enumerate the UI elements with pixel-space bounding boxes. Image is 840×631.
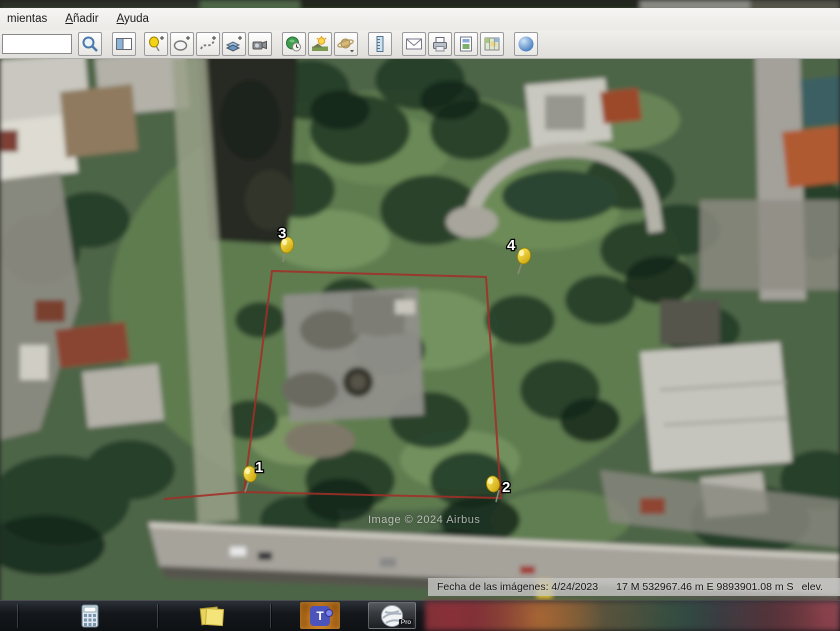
pin-label-2: 2	[502, 479, 510, 496]
print-button[interactable]	[428, 32, 452, 56]
historical-imagery-clock-icon	[286, 36, 301, 52]
planets-saturn-icon	[337, 38, 354, 53]
add-polygon-icon	[173, 36, 190, 51]
menu-item-anadir[interactable]: Añadir	[61, 11, 102, 27]
taskbar: T Pro	[0, 600, 840, 631]
calculator-icon	[81, 604, 99, 627]
status-bar: Fecha de las imágenes: 4/24/2023 17 M 53…	[428, 578, 840, 596]
taskbar-separator	[17, 604, 18, 628]
add-image-overlay-icon	[225, 36, 242, 52]
view-in-maps-button[interactable]	[480, 32, 504, 56]
pin-label-3: 3	[278, 225, 286, 242]
email-envelope-icon	[406, 38, 422, 50]
add-path-button[interactable]	[196, 32, 220, 56]
record-tour-button[interactable]	[248, 32, 272, 56]
ruler-icon	[376, 36, 384, 52]
pointer-coordinates: 17 M 532967.46 m E 9893901.08 m S	[616, 581, 794, 593]
menu-item-ayuda[interactable]: Ayuda	[113, 11, 153, 27]
imagery-attribution: Image © 2024 Airbus	[368, 514, 481, 526]
save-image-button[interactable]	[454, 32, 478, 56]
imagery-date: Fecha de las imágenes: 4/24/2023	[437, 581, 599, 593]
print-icon	[433, 37, 447, 52]
toolbar	[0, 30, 840, 59]
pin-label-4: 4	[507, 237, 516, 254]
add-image-overlay-button[interactable]	[222, 32, 246, 56]
search-input[interactable]	[2, 34, 72, 54]
save-image-icon	[460, 36, 472, 52]
add-path-icon	[200, 36, 216, 50]
add-placemark-button[interactable]	[144, 32, 168, 56]
taskbar-separator	[270, 604, 271, 628]
sunlight-button[interactable]	[308, 32, 332, 56]
sunlight-icon	[312, 36, 328, 51]
view-in-google-maps-icon	[484, 37, 500, 51]
teams-dot	[325, 608, 333, 617]
search-icon	[82, 36, 98, 52]
taskbar-separator	[157, 604, 158, 628]
sidebar-toggle-button[interactable]	[112, 32, 136, 56]
ruler-button[interactable]	[368, 32, 392, 56]
add-placemark-pushpin-icon	[149, 36, 164, 52]
teams-taskbar-button[interactable]: T	[300, 602, 340, 629]
sticky-notes-icon	[199, 606, 225, 626]
teams-icon: T	[310, 605, 333, 626]
pin-label-1: 1	[255, 459, 263, 476]
calculator-taskbar-button[interactable]	[70, 602, 110, 629]
satellite-imagery[interactable]: 1 2 3 4	[0, 0, 840, 630]
record-tour-icon	[252, 40, 267, 50]
menu-item-herramientas[interactable]: mientas	[3, 11, 51, 27]
wallpaper-glass	[425, 601, 840, 631]
earth-pro-badge: Pro	[398, 619, 413, 627]
elevation-label: elev.	[801, 581, 823, 593]
google-earth-pro-taskbar-button[interactable]: Pro	[368, 602, 416, 629]
sidebar-toggle-icon	[116, 38, 132, 50]
add-polygon-button[interactable]	[170, 32, 194, 56]
menu-bar: mientas Añadir Ayuda	[0, 8, 840, 31]
historical-imagery-button[interactable]	[282, 32, 306, 56]
globe-button[interactable]	[514, 32, 538, 56]
search-button[interactable]	[78, 32, 102, 56]
planets-button[interactable]	[334, 32, 358, 56]
terrain	[0, 0, 840, 630]
sticky-notes-taskbar-button[interactable]	[192, 602, 232, 629]
teams-letter: T	[316, 608, 324, 623]
email-button[interactable]	[402, 32, 426, 56]
globe-icon	[518, 36, 534, 52]
